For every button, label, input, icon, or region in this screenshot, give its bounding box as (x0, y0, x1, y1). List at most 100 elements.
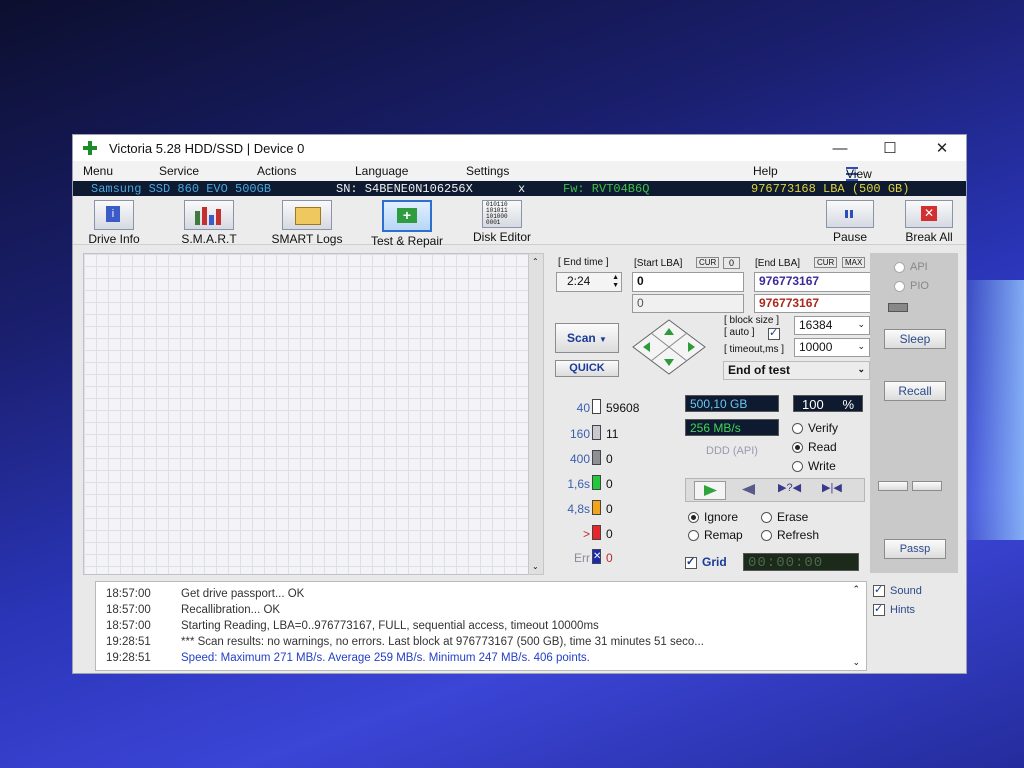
percent-display: 100 % (793, 395, 863, 412)
pio-radio[interactable] (894, 280, 905, 292)
auto-checkbox[interactable] (768, 326, 780, 340)
log-entry: 18:57:00 Starting Reading, LBA=0..9767731… (106, 620, 599, 632)
stat-row-over: > 0 (558, 525, 668, 545)
aux-button-2[interactable] (912, 481, 942, 491)
api-option[interactable]: API (894, 261, 928, 273)
stat-row-err: Err ✕ 0 (558, 549, 668, 569)
mode-read[interactable]: Read (792, 440, 837, 454)
event-log[interactable]: 18:57:00 Get drive passport... OK 18:57:0… (95, 581, 867, 671)
close-button[interactable]: ✕ (918, 135, 966, 161)
right-panel: API PIO Sleep Recall Passp (870, 253, 958, 573)
api-radio[interactable] (894, 261, 905, 273)
device-serial: SN: S4BENE0N106256X (336, 182, 473, 196)
grid-scrollbar[interactable]: ⌃ ⌄ (528, 253, 544, 575)
write-radio[interactable] (792, 461, 803, 473)
menu-help[interactable]: Help (753, 164, 778, 178)
smart-logs-button[interactable]: SMART Logs (265, 200, 349, 246)
option-erase[interactable]: Erase (761, 510, 808, 524)
mode-verify[interactable]: Verify (792, 421, 838, 435)
device-close-icon[interactable]: x (518, 182, 525, 196)
device-bar[interactable]: Samsung SSD 860 EVO 500GB SN: S4BENE0N10… (73, 181, 966, 196)
menu-settings[interactable]: Settings (466, 164, 509, 178)
smart-chart-icon (184, 200, 234, 230)
start-cur-button[interactable]: CUR (696, 257, 720, 268)
refresh-radio[interactable] (761, 530, 772, 542)
grid-label: Grid (702, 555, 727, 569)
break-all-button[interactable]: ✕ Break All (899, 200, 959, 244)
stat-color-box (592, 425, 601, 440)
stat-color-box (592, 475, 601, 490)
menu-menu[interactable]: Menu (83, 164, 113, 178)
reverse-button[interactable] (734, 481, 764, 498)
hints-checkbox[interactable] (873, 602, 885, 617)
end-action-value: End of test (728, 363, 790, 377)
passp-button[interactable]: Passp (884, 539, 946, 559)
option-remap[interactable]: Remap (688, 528, 743, 542)
end-max-button[interactable]: MAX (842, 257, 866, 268)
log-time: 18:57:00 (106, 588, 151, 600)
remap-radio[interactable] (688, 530, 699, 542)
sleep-button[interactable]: Sleep (884, 329, 946, 349)
disk-editor-button[interactable]: 010110 101011 101000 0001 Disk Editor (466, 200, 538, 244)
log-scroll-up-icon[interactable]: ⌃ (852, 584, 860, 595)
block-size-select[interactable]: 16384 ⌄ (794, 316, 870, 335)
random-button[interactable]: ▶?◀ (778, 481, 808, 498)
minimize-button[interactable]: — (816, 135, 864, 161)
start-lba-label: [Start LBA] (634, 258, 683, 269)
end-lba-label: [End LBA] (755, 258, 801, 269)
timeout-select[interactable]: 10000 ⌄ (794, 338, 870, 357)
end-lba-field[interactable]: 976773167 (754, 272, 874, 292)
stat-label: 4,8s (567, 502, 590, 516)
drive-info-button[interactable]: i Drive Info (79, 200, 149, 246)
playback-bar: ▶?◀ ▶|◀ (685, 478, 865, 502)
end-action-select[interactable]: End of test ⌄ (723, 361, 870, 380)
option-refresh[interactable]: Refresh (761, 528, 819, 542)
maximize-button[interactable]: ☐ (866, 135, 914, 161)
log-time: 19:28:51 (106, 652, 151, 664)
end-lba-field-2[interactable]: 976773167 (754, 294, 874, 313)
read-radio[interactable] (792, 442, 803, 454)
start-lba-field[interactable]: 0 (632, 272, 744, 292)
butterfly-button[interactable]: ▶|◀ (822, 481, 852, 498)
pause-button[interactable]: Pause (825, 200, 875, 244)
start-cur-value[interactable]: 0 (723, 257, 741, 269)
erase-radio[interactable] (761, 512, 772, 524)
stat-label: 40 (576, 401, 590, 415)
end-time-spinner-icon: ▲ ▼ (612, 274, 619, 289)
break-all-label: Break All (905, 230, 953, 244)
mode-write[interactable]: Write (792, 459, 836, 473)
speed-display: 256 MB/s (685, 419, 779, 436)
grid-checkbox[interactable] (685, 555, 697, 569)
recall-button[interactable]: Recall (884, 381, 946, 401)
end-time-field[interactable]: 2:24 ▲ ▼ (556, 272, 622, 292)
start-lba-field-2[interactable]: 0 (632, 294, 744, 313)
menu-language[interactable]: Language (355, 164, 408, 178)
end-cur-button[interactable]: CUR (814, 257, 838, 268)
grid-toggle[interactable]: Grid (685, 555, 727, 569)
stat-row-400: 400 0 (558, 450, 668, 470)
ignore-radio[interactable] (688, 512, 699, 524)
verify-radio[interactable] (792, 423, 803, 435)
aux-button-1[interactable] (878, 481, 908, 491)
menu-service[interactable]: Service (159, 164, 199, 178)
scan-grid-area (83, 253, 540, 575)
test-repair-button[interactable]: + Test & Repair (361, 200, 453, 248)
sound-option[interactable]: Sound (873, 583, 922, 598)
pio-option[interactable]: PIO (894, 280, 929, 292)
stat-label: > (582, 527, 590, 541)
sound-checkbox[interactable] (873, 583, 885, 598)
disk-editor-icon: 010110 101011 101000 0001 (482, 200, 522, 228)
victoria-window: Victoria 5.28 HDD/SSD | Device 0 — ☐ ✕ M… (72, 134, 967, 674)
stat-count: 0 (606, 452, 613, 466)
play-button[interactable] (694, 481, 726, 500)
smart-button[interactable]: S.M.A.R.T (171, 200, 247, 246)
scan-button[interactable]: Scan ▼ (555, 323, 619, 353)
option-ignore[interactable]: Ignore (688, 510, 738, 524)
quick-button[interactable]: QUICK (555, 360, 619, 377)
log-scroll-down-icon[interactable]: ⌄ (852, 657, 860, 668)
menu-actions[interactable]: Actions (257, 164, 296, 178)
stat-count: 59608 (606, 401, 640, 415)
direction-pad[interactable] (631, 318, 707, 376)
hints-option[interactable]: Hints (873, 602, 915, 617)
pause-label: Pause (832, 230, 868, 244)
